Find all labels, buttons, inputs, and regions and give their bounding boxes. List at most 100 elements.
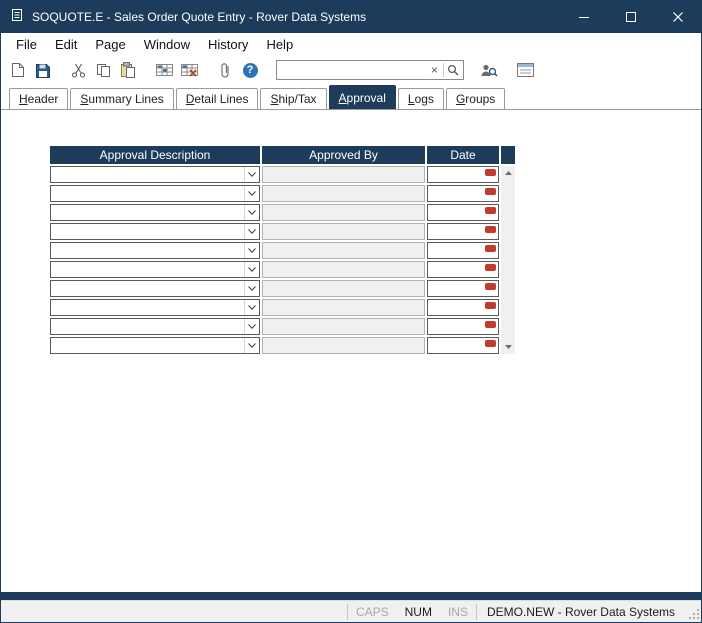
menu-page[interactable]: Page [86, 35, 134, 54]
scroll-down-icon[interactable] [501, 340, 515, 354]
approval-description-select[interactable] [50, 242, 260, 259]
menu-help[interactable]: Help [257, 35, 302, 54]
chevron-down-icon[interactable] [244, 338, 259, 353]
caption-buttons [560, 1, 701, 33]
chevron-down-icon[interactable] [244, 300, 259, 315]
approved-by-field [262, 185, 425, 202]
approval-description-value [51, 243, 244, 258]
approval-description-select[interactable] [50, 318, 260, 335]
minimize-button[interactable] [560, 1, 607, 33]
chevron-down-icon[interactable] [244, 281, 259, 296]
calendar-icon[interactable] [485, 340, 496, 347]
date-field[interactable] [427, 185, 499, 202]
date-field[interactable] [427, 299, 499, 316]
session-context: DEMO.NEW - Rover Data Systems [477, 605, 685, 619]
approval-description-select[interactable] [50, 280, 260, 297]
date-field[interactable] [427, 166, 499, 183]
tab-ship-tax[interactable]: Ship/Tax [260, 88, 326, 109]
approval-description-value [51, 338, 244, 353]
cut-icon[interactable] [67, 59, 89, 81]
user-lookup-icon[interactable] [478, 59, 500, 81]
approved-by-field [262, 337, 425, 354]
approved-by-field [262, 261, 425, 278]
titlebar[interactable]: SOQUOTE.E - Sales Order Quote Entry - Ro… [1, 1, 701, 33]
tab-approval[interactable]: Approval [329, 85, 396, 109]
grid-row [50, 318, 501, 335]
chevron-down-icon[interactable] [244, 224, 259, 239]
date-field[interactable] [427, 242, 499, 259]
save-icon[interactable] [31, 59, 53, 81]
calendar-icon[interactable] [485, 207, 496, 214]
chevron-down-icon[interactable] [244, 205, 259, 220]
grid-row [50, 223, 501, 240]
menu-window[interactable]: Window [135, 35, 199, 54]
tab-groups[interactable]: Groups [446, 88, 505, 109]
date-field[interactable] [427, 318, 499, 335]
calendar-icon[interactable] [485, 245, 496, 252]
approval-description-value [51, 281, 244, 296]
chevron-down-icon[interactable] [244, 319, 259, 334]
menu-history[interactable]: History [199, 35, 257, 54]
date-field[interactable] [427, 280, 499, 297]
tabstrip: Header Summary Lines Detail Lines Ship/T… [1, 84, 701, 110]
help-icon[interactable]: ? [239, 59, 261, 81]
attachment-icon[interactable] [214, 59, 236, 81]
date-field[interactable] [427, 223, 499, 240]
ins-indicator: INS [440, 605, 476, 619]
grid-row [50, 166, 501, 183]
search-icon[interactable] [446, 64, 463, 76]
chevron-down-icon[interactable] [244, 262, 259, 277]
grid-header-date: Date [427, 146, 499, 164]
approval-description-value [51, 205, 244, 220]
new-document-icon[interactable] [6, 59, 28, 81]
approval-description-select[interactable] [50, 223, 260, 240]
approval-description-select[interactable] [50, 166, 260, 183]
approval-description-select[interactable] [50, 337, 260, 354]
date-field[interactable] [427, 204, 499, 221]
tab-summary-lines[interactable]: Summary Lines [70, 88, 173, 109]
chevron-down-icon[interactable] [244, 167, 259, 182]
approval-description-value [51, 224, 244, 239]
form-view-icon[interactable] [514, 59, 536, 81]
approval-panel: Approval Description Approved By Date [1, 110, 701, 592]
grid-header-approved-by: Approved By [262, 146, 425, 164]
grid-scrollbar[interactable] [501, 166, 515, 354]
bottom-accent-strip [1, 592, 701, 600]
calendar-icon[interactable] [485, 226, 496, 233]
copy-icon[interactable] [92, 59, 114, 81]
app-window: SOQUOTE.E - Sales Order Quote Entry - Ro… [0, 0, 702, 623]
chevron-down-icon[interactable] [244, 186, 259, 201]
tab-detail-lines[interactable]: Detail Lines [176, 88, 259, 109]
insert-row-icon[interactable] [153, 59, 175, 81]
grid-row [50, 185, 501, 202]
search-input[interactable] [277, 62, 428, 78]
approval-description-select[interactable] [50, 204, 260, 221]
menu-file[interactable]: File [7, 35, 46, 54]
paste-icon[interactable] [117, 59, 139, 81]
date-field[interactable] [427, 261, 499, 278]
date-field[interactable] [427, 337, 499, 354]
approved-by-field [262, 318, 425, 335]
menu-edit[interactable]: Edit [46, 35, 86, 54]
approval-description-select[interactable] [50, 299, 260, 316]
calendar-icon[interactable] [485, 321, 496, 328]
chevron-down-icon[interactable] [244, 243, 259, 258]
maximize-button[interactable] [607, 1, 654, 33]
calendar-icon[interactable] [485, 302, 496, 309]
approved-by-field [262, 223, 425, 240]
help-glyph: ? [243, 63, 258, 78]
resize-grip-icon[interactable] [685, 601, 701, 622]
approval-description-select[interactable] [50, 185, 260, 202]
approval-description-select[interactable] [50, 261, 260, 278]
tab-logs[interactable]: Logs [398, 88, 444, 109]
calendar-icon[interactable] [485, 283, 496, 290]
close-button[interactable] [654, 1, 701, 33]
scroll-up-icon[interactable] [501, 166, 515, 180]
tab-header[interactable]: Header [9, 88, 68, 109]
delete-row-icon[interactable] [178, 59, 200, 81]
clear-search-icon[interactable]: × [428, 63, 441, 77]
calendar-icon[interactable] [485, 264, 496, 271]
calendar-icon[interactable] [485, 169, 496, 176]
calendar-icon[interactable] [485, 188, 496, 195]
toolbar: ? × [1, 56, 701, 84]
